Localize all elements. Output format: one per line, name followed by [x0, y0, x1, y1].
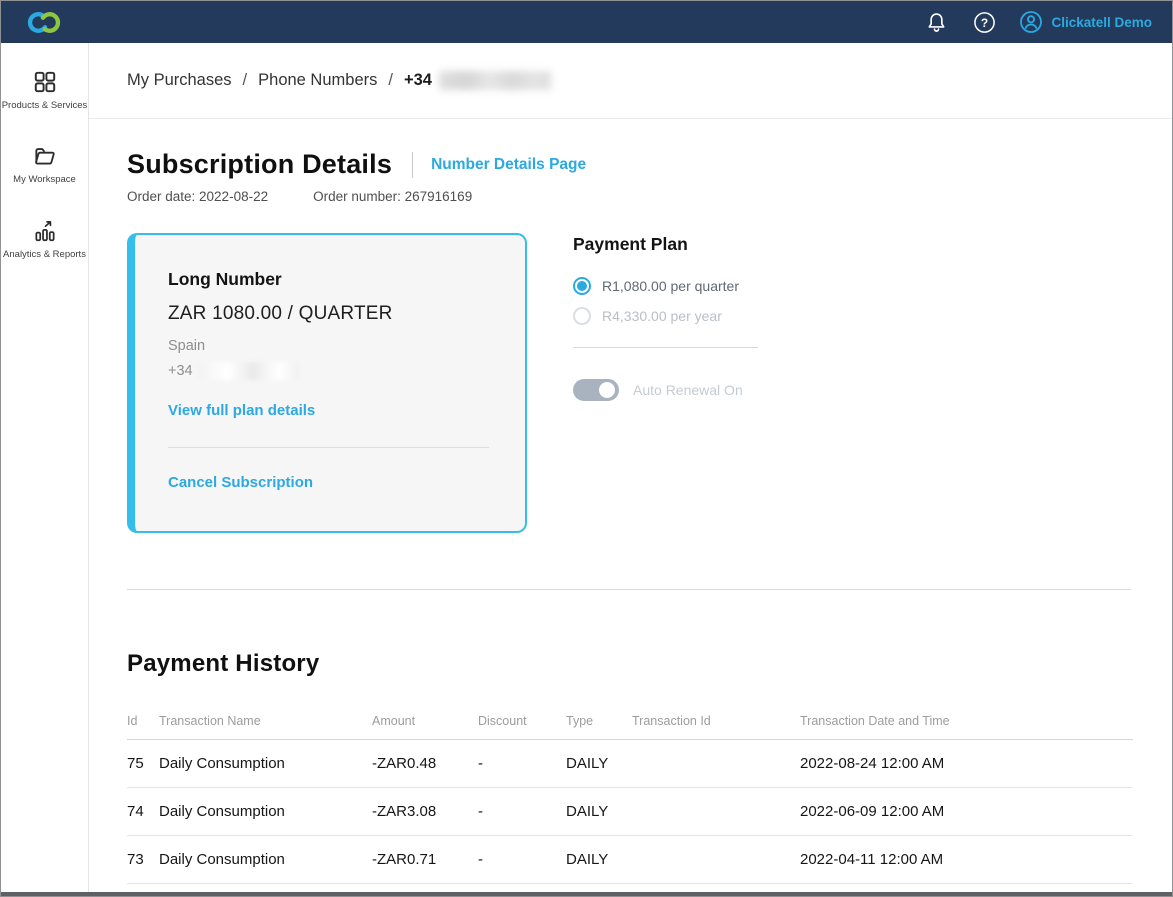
plan-price: ZAR 1080.00 / QUARTER — [168, 303, 393, 324]
plan-name: Long Number — [168, 269, 282, 289]
payment-history-title: Payment History — [127, 650, 320, 677]
breadcrumb-phone-numbers[interactable]: Phone Numbers — [258, 71, 377, 90]
plan-phone-number: +34 — [168, 362, 489, 380]
sidebar-item-products-services[interactable]: Products & Services — [1, 69, 88, 111]
order-date-label: Order date: 2022-08-22 — [127, 189, 269, 204]
column-header-date-time: Transaction Date and Time — [800, 714, 950, 728]
redacted-phone-number — [438, 71, 551, 90]
payment-plan-divider — [573, 347, 758, 348]
number-details-page-link[interactable]: Number Details Page — [431, 156, 586, 174]
folder-icon — [34, 148, 55, 165]
auto-renewal-toggle[interactable] — [573, 379, 619, 401]
clickatell-logo-icon[interactable] — [25, 9, 63, 36]
cell-id: 73 — [127, 851, 144, 868]
plan-option-label: R4,330.00 per year — [602, 308, 722, 324]
view-full-plan-details-link[interactable]: View full plan details — [168, 402, 315, 419]
cell-amount: -ZAR0.48 — [372, 755, 437, 772]
cancel-subscription-link[interactable]: Cancel Subscription — [168, 474, 313, 491]
cell-date-time: 2022-06-09 12:00 AM — [800, 803, 945, 820]
breadcrumb: My Purchases / Phone Numbers / +34 — [89, 43, 1172, 119]
top-navbar: ? Clickatell Demo — [1, 1, 1172, 43]
table-row: 73 Daily Consumption -ZAR0.71 - DAILY 20… — [127, 836, 1133, 884]
column-header-transaction-name: Transaction Name — [159, 714, 261, 728]
account-menu[interactable]: Clickatell Demo — [1019, 10, 1152, 34]
grid-icon — [34, 71, 55, 93]
card-divider — [168, 447, 489, 448]
question-mark-icon: ? — [974, 11, 995, 33]
table-row: 75 Daily Consumption -ZAR0.48 - DAILY 20… — [127, 740, 1133, 788]
page-title: Subscription Details — [127, 149, 393, 179]
window-bottom-edge — [1, 892, 1172, 896]
sidebar: Products & Services My Workspace Analyti… — [1, 43, 89, 896]
app-window: ? Clickatell Demo Products & Services My… — [0, 0, 1173, 897]
cell-type: DAILY — [566, 755, 609, 772]
column-header-transaction-id: Transaction Id — [632, 714, 711, 728]
cell-discount: - — [478, 803, 483, 820]
column-header-id: Id — [127, 714, 138, 728]
cell-amount: -ZAR3.08 — [372, 803, 437, 820]
cell-transaction-name: Daily Consumption — [159, 755, 285, 772]
cell-discount: - — [478, 851, 483, 868]
cell-date-time: 2022-04-11 12:00 AM — [800, 851, 944, 868]
breadcrumb-my-purchases[interactable]: My Purchases — [127, 71, 232, 90]
payment-history-table: Id Transaction Name Amount Discount Type… — [127, 714, 1133, 884]
plan-country: Spain — [168, 338, 206, 354]
auto-renewal-label: Auto Renewal On — [633, 382, 743, 398]
order-number-label: Order number: 267916169 — [313, 189, 473, 204]
breadcrumb-separator: / — [388, 71, 393, 89]
table-header-row: Id Transaction Name Amount Discount Type… — [127, 714, 1133, 740]
notifications-button[interactable] — [923, 9, 949, 35]
svg-text:?: ? — [981, 15, 988, 29]
subscription-plan-card: Long Number ZAR 1080.00 / QUARTER Spain … — [127, 233, 527, 533]
table-row: 74 Daily Consumption -ZAR3.08 - DAILY 20… — [127, 788, 1133, 836]
cell-date-time: 2022-08-24 12:00 AM — [800, 755, 945, 772]
sidebar-item-my-workspace[interactable]: My Workspace — [1, 143, 88, 185]
cell-type: DAILY — [566, 851, 609, 868]
cell-transaction-name: Daily Consumption — [159, 851, 285, 868]
cell-transaction-name: Daily Consumption — [159, 803, 285, 820]
redacted-phone-number — [196, 362, 299, 380]
bell-icon — [928, 12, 945, 32]
main-content: My Purchases / Phone Numbers / +34 Subsc… — [89, 43, 1172, 896]
cell-type: DAILY — [566, 803, 609, 820]
sidebar-item-label: My Workspace — [13, 174, 76, 186]
sidebar-item-analytics-reports[interactable]: Analytics & Reports — [1, 218, 88, 260]
radio-unselected-icon[interactable] — [573, 307, 591, 325]
auto-renewal-row: Auto Renewal On — [573, 379, 773, 401]
column-header-type: Type — [566, 714, 594, 728]
cell-id: 74 — [127, 803, 144, 820]
plan-option-yearly[interactable]: R4,330.00 per year — [573, 307, 773, 325]
sidebar-item-label: Products & Services — [1, 100, 88, 111]
section-divider — [127, 589, 1131, 590]
column-header-discount: Discount — [478, 714, 527, 728]
user-name-label: Clickatell Demo — [1051, 14, 1152, 30]
column-header-amount: Amount — [372, 714, 416, 728]
cell-id: 75 — [127, 755, 144, 772]
cell-amount: -ZAR0.71 — [372, 851, 437, 868]
help-button[interactable]: ? — [971, 9, 997, 35]
payment-plan-section: Payment Plan R1,080.00 per quarter R4,33… — [573, 233, 773, 533]
radio-selected-icon[interactable] — [573, 277, 591, 295]
bar-chart-icon — [34, 220, 55, 241]
title-divider — [412, 151, 414, 178]
payment-plan-title: Payment Plan — [573, 234, 688, 254]
breadcrumb-separator: / — [242, 71, 248, 89]
plan-option-label: R1,080.00 per quarter — [602, 278, 739, 294]
breadcrumb-current-number: +34 — [404, 71, 551, 90]
cell-discount: - — [478, 755, 483, 772]
plan-option-quarterly[interactable]: R1,080.00 per quarter — [573, 277, 773, 295]
sidebar-item-label: Analytics & Reports — [3, 248, 86, 260]
avatar-icon — [1020, 11, 1043, 33]
